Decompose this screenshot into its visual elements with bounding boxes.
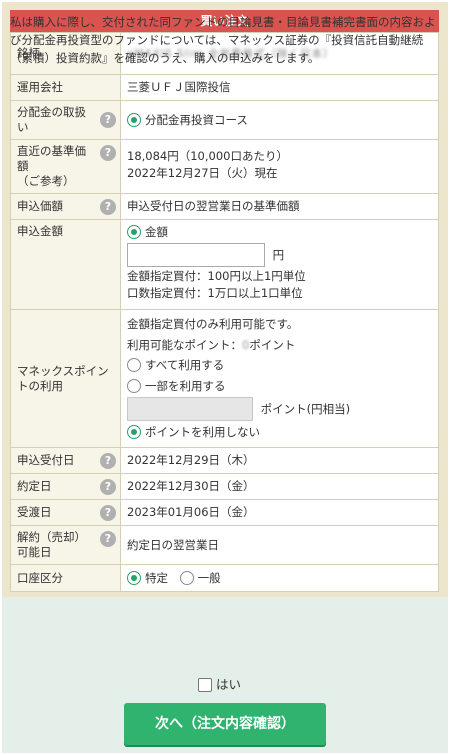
disclosure-text: 私は購入に際し、交付された同ファンドの目論見書・目論見書補完書面の内容および分配… bbox=[10, 15, 436, 65]
contract-date-value: 2022年12月30日（金） bbox=[120, 473, 439, 500]
question-circle-icon[interactable]: ? bbox=[100, 112, 116, 128]
points-available-value: 0 bbox=[242, 337, 250, 352]
points-part-label: 一部を利用する bbox=[145, 378, 226, 393]
row-label-cancel-date: 解約（売却）可能日 bbox=[17, 530, 86, 559]
next-button[interactable]: 次へ（注文内容確認） bbox=[124, 703, 326, 745]
points-input[interactable] bbox=[127, 397, 253, 422]
row-label-order-date: 申込受付日 bbox=[17, 453, 75, 467]
row-label-delivery-date: 受渡日 bbox=[17, 505, 52, 519]
question-circle-icon[interactable]: ? bbox=[100, 504, 116, 521]
cancel-date-value: 約定日の翌営業日 bbox=[120, 525, 439, 565]
row-contract-date-label: 約定日 ? bbox=[10, 473, 121, 500]
row-label-distribution: 分配金の取扱い bbox=[17, 105, 86, 134]
row-label-order-price: 申込価額 bbox=[17, 199, 63, 213]
points-part-radio[interactable] bbox=[127, 378, 141, 393]
points-all-label: すべて利用する bbox=[145, 358, 225, 373]
row-nav-label: 直近の基準価額 （ご参考） ? bbox=[10, 139, 121, 194]
amount-unit: 円 bbox=[272, 247, 285, 262]
points-all-radio[interactable] bbox=[127, 358, 141, 373]
points-available-suffix: ポイント bbox=[249, 337, 296, 352]
delivery-date-value: 2023年01月06日（金） bbox=[120, 499, 439, 526]
row-label-amount: 申込金額 bbox=[10, 219, 121, 310]
amount-input[interactable] bbox=[127, 243, 265, 267]
row-label-nav: 直近の基準価額 bbox=[17, 144, 86, 173]
points-available-prefix: 利用可能なポイント： bbox=[127, 337, 242, 352]
row-distribution-label: 分配金の取扱い ? bbox=[10, 100, 121, 140]
agree-checkbox[interactable] bbox=[198, 678, 212, 692]
amount-note-1: 金額指定買付：100円以上1円単位 bbox=[127, 269, 306, 283]
points-unit: ポイント(円相当) bbox=[260, 401, 351, 416]
nav-price: 18,084円（10,000口あたり） bbox=[127, 149, 288, 163]
distribution-option-label: 分配金再投資コース bbox=[145, 112, 248, 127]
account-specific-radio[interactable] bbox=[127, 570, 141, 585]
row-delivery-date-label: 受渡日 ? bbox=[10, 499, 121, 526]
row-cancel-date-label: 解約（売却）可能日 ? bbox=[10, 525, 121, 565]
row-label-nav-sub: （ご参考） bbox=[17, 174, 75, 188]
nav-date: 2022年12月27日（火）現在 bbox=[127, 166, 278, 180]
row-order-price-label: 申込価額 ? bbox=[10, 193, 121, 220]
points-none-label: ポイントを利用しない bbox=[145, 425, 260, 440]
account-specific-label: 特定 bbox=[145, 570, 168, 585]
order-price-value: 申込受付日の翌営業日の基準価額 bbox=[120, 193, 439, 220]
amount-note-2: 口数指定買付：1万口以上1口単位 bbox=[127, 286, 303, 300]
amount-option-label: 金額 bbox=[145, 225, 168, 239]
row-label-manager: 運用会社 bbox=[10, 74, 121, 101]
account-general-label: 一般 bbox=[197, 570, 221, 585]
account-general-radio[interactable] bbox=[179, 570, 194, 585]
order-date-value: 2022年12月29日（木） bbox=[120, 447, 439, 474]
distribution-radio[interactable] bbox=[127, 112, 141, 127]
manager-value: 三菱ＵＦＪ国際投信 bbox=[120, 74, 439, 101]
points-note: 金額指定買付のみ利用可能です。 bbox=[127, 317, 299, 332]
question-circle-icon[interactable]: ? bbox=[100, 478, 116, 495]
order-form-table: 銘柄 eMAXIS Slim 全世界株式（除く日本） 運用会社 三菱ＵＦＪ国際投… bbox=[10, 32, 439, 592]
question-circle-icon[interactable]: ? bbox=[100, 452, 116, 469]
question-circle-icon[interactable]: ? bbox=[100, 198, 116, 215]
row-label-contract-date: 約定日 bbox=[17, 479, 52, 493]
points-none-radio[interactable] bbox=[127, 425, 141, 440]
agree-checkbox-row[interactable]: はい bbox=[198, 677, 241, 693]
row-order-date-label: 申込受付日 ? bbox=[10, 447, 121, 474]
agree-label: はい bbox=[216, 677, 242, 692]
amount-radio[interactable] bbox=[127, 225, 141, 239]
question-circle-icon[interactable]: ? bbox=[100, 145, 116, 161]
row-label-points: マネックスポイントの利用 bbox=[10, 309, 121, 448]
row-label-account: 口座区分 bbox=[10, 564, 121, 592]
question-circle-icon[interactable]: ? bbox=[100, 531, 116, 547]
